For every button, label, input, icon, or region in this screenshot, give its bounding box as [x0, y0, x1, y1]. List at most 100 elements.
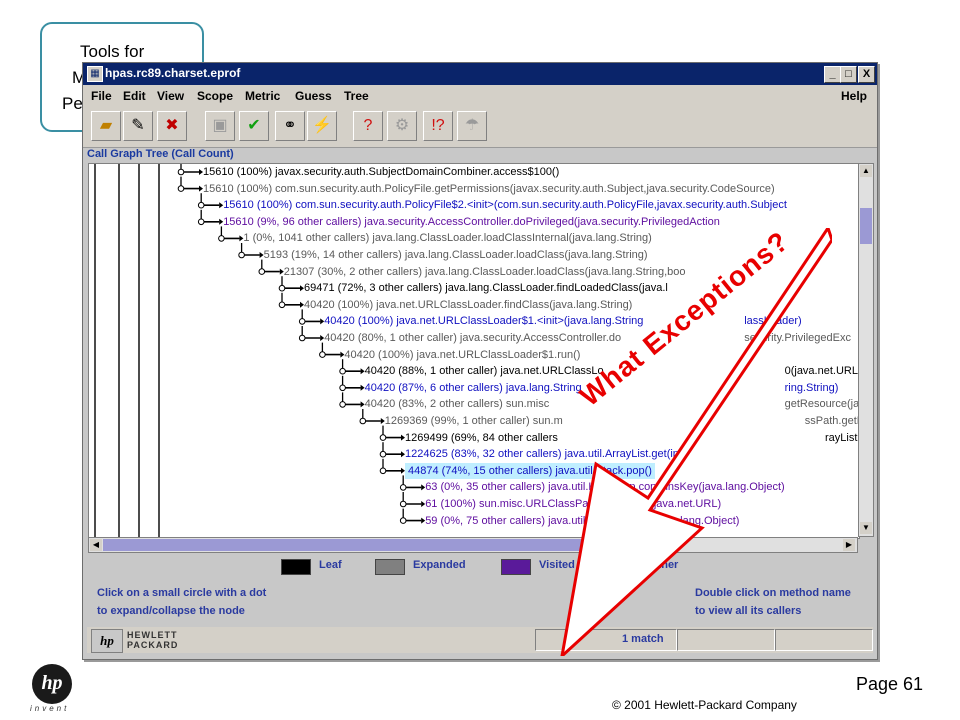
tree-node[interactable]: 1269499 (69%, 84 other callers rayList.si…	[405, 430, 859, 446]
tree-node[interactable]: 15610 (100%) com.sun.security.auth.Polic…	[223, 197, 787, 213]
tree-node-label: 59 (0%, 75 other callers) java.util.Arra…	[425, 514, 740, 527]
tree-node-selected[interactable]: 44874 (74%, 15 other callers) java.util.…	[405, 462, 655, 479]
horizontal-scroll-thumb[interactable]	[103, 539, 653, 551]
menu-metric[interactable]: Metric	[245, 89, 280, 103]
brand-text: HEWLETT PACKARD	[127, 630, 178, 650]
help-left-line-1: Click on a small circle with a dot	[97, 587, 267, 599]
close-file-icon[interactable]: ✖	[157, 111, 187, 141]
tree-node[interactable]: 40420 (83%, 2 other callers) sun.misc get…	[364, 396, 859, 412]
match-count: 1 match	[622, 633, 664, 645]
tree-node-label: 40420 (100%) java.net.URLClassLoader.fin…	[304, 298, 633, 311]
hp-logo-icon: hp	[91, 629, 123, 653]
tree-node-label: 40420 (80%, 1 other caller) java.securit…	[324, 332, 622, 344]
help-left-line-2: to expand/collapse the node	[97, 605, 245, 617]
tree-node[interactable]: 40420 (100%) java.net.URLClassLoader$1.r…	[344, 347, 580, 363]
legend-swatch-other	[611, 559, 641, 575]
menu-view[interactable]: View	[157, 89, 184, 103]
tree-node-label: 63 (0%, 35 other callers) java.util.Hash…	[425, 481, 785, 494]
tree-node-label-tail: security.PrivilegedExc	[744, 332, 851, 344]
tree-node[interactable]: 21307 (30%, 2 other callers) java.lang.C…	[284, 264, 686, 280]
menu-edit[interactable]: Edit	[123, 89, 146, 103]
legend-label-visited: Visited	[539, 559, 575, 571]
toolbar: ▰ ✎ ✖ ▣ ✔ ⚭ ⚡ ? ⚙ !? ☂	[83, 107, 877, 148]
tree-node[interactable]: 1269369 (99%, 1 other caller) sun.m ssPat…	[384, 413, 859, 429]
close-button[interactable]: X	[858, 66, 875, 83]
minimize-button[interactable]: _	[824, 66, 841, 83]
scroll-right-icon[interactable]: ▶	[843, 539, 855, 551]
tree-node-label: 1269369 (99%, 1 other caller) sun.m	[384, 415, 563, 427]
tree-node-label-tail: getResource(java.lang.String,boolea	[784, 398, 860, 411]
tree-guess-icon[interactable]: ?	[353, 111, 383, 141]
maximize-button[interactable]: □	[840, 66, 857, 83]
tree-node-label: 40420 (100%) java.net.URLClassLoader$1.r…	[344, 348, 581, 361]
tree-node[interactable]: 40420 (100%) java.net.URLClassLoader$1.<…	[324, 313, 801, 329]
tree-cycles-icon[interactable]: ⚙	[387, 111, 417, 141]
scroll-up-icon[interactable]: ▲	[860, 165, 872, 177]
call-graph-tree[interactable]: 15610 (100%) javax.security.auth.Subject…	[88, 163, 860, 539]
tree-node[interactable]: 40420 (100%) java.net.URLClassLoader.fin…	[304, 297, 632, 313]
tree-node-label: 21307 (30%, 2 other callers) java.lang.C…	[283, 265, 686, 278]
help-right-line-2: to view all its callers	[695, 605, 802, 617]
tree-node[interactable]: 5193 (19%, 14 other callers) java.lang.C…	[264, 247, 648, 263]
tree-node-label: 1269499 (69%, 84 other callers	[405, 431, 558, 444]
tree-node[interactable]: 15610 (100%) javax.security.auth.Subject…	[203, 164, 559, 180]
tree-node-label: 1 (0%, 1041 other callers) java.lang.Cla…	[243, 232, 652, 245]
status-bar: hp HEWLETT PACKARD 1 match	[87, 627, 873, 653]
tree-node[interactable]: 61 (100%) sun.misc.URLClassPath.getLoade…	[425, 496, 721, 512]
vertical-scroll-thumb[interactable]	[860, 208, 872, 244]
tree-node-label-tail: ring.String)	[784, 381, 839, 394]
menu-file[interactable]: File	[91, 89, 112, 103]
tree-node-label: 40420 (100%) java.net.URLClassLoader$1.<…	[324, 315, 644, 328]
tree-node-label: 5193 (19%, 14 other callers) java.lang.C…	[263, 249, 648, 261]
tree-node[interactable]: 59 (0%, 75 other callers) java.util.Arra…	[425, 513, 739, 529]
tree-node[interactable]: 40420 (88%, 1 other caller) java.net.URL…	[365, 363, 859, 379]
eprof-window: ▦ hpas.rc89.charset.eprof _ □ X File Edi…	[82, 62, 878, 660]
status-cell-3	[775, 629, 873, 651]
menu-help[interactable]: Help	[841, 89, 867, 103]
tree-node[interactable]: 15610 (9%, 96 other callers) java.securi…	[223, 214, 720, 230]
tree-node[interactable]: 15610 (100%) com.sun.security.auth.Polic…	[203, 181, 775, 197]
brand-line-1: HEWLETT	[127, 630, 178, 640]
menu-bar: File Edit View Scope Metric Guess Tree H…	[83, 85, 877, 107]
find-next-icon[interactable]: ⚡	[307, 111, 337, 141]
legend-label-other: Other	[649, 559, 679, 571]
checkmark-icon[interactable]: ✔	[239, 111, 269, 141]
vertical-scrollbar[interactable]: ▲ ▼	[858, 163, 874, 537]
horizontal-scrollbar[interactable]: ◀ ▶	[88, 537, 858, 553]
legend-swatch-leaf	[281, 559, 311, 575]
tree-node[interactable]: 40420 (87%, 6 other callers) java.lang.S…	[364, 380, 839, 396]
open-folder-icon[interactable]: ▰	[91, 111, 121, 141]
hp-tagline: invent	[30, 704, 70, 713]
page-number: Page 61	[856, 674, 924, 694]
save-icon[interactable]: ▣	[205, 111, 235, 141]
callout-line-1: Tools for	[80, 42, 145, 61]
tree-node[interactable]: 40420 (80%, 1 other caller) java.securit…	[324, 330, 851, 346]
tree-node-label: 15610 (100%) javax.security.auth.Subject…	[203, 166, 560, 178]
rain-icon[interactable]: ☂	[457, 111, 487, 141]
window-title: hpas.rc89.charset.eprof	[105, 66, 241, 80]
hp-invent-logo: hp invent	[24, 664, 80, 714]
menu-guess[interactable]: Guess	[295, 89, 332, 103]
tree-node[interactable]: 1 (0%, 1041 other callers) java.lang.Cla…	[243, 230, 651, 246]
help-right-line-1: Double click on method name	[695, 587, 851, 599]
tree-node-label: 40420 (87%, 6 other callers) java.lang.S…	[364, 381, 582, 394]
scroll-left-icon[interactable]: ◀	[90, 539, 102, 551]
exception-guess-icon[interactable]: !?	[423, 111, 453, 141]
menu-scope[interactable]: Scope	[197, 89, 233, 103]
tree-node-label: 61 (100%) sun.misc.URLClassPath.getLoade…	[425, 498, 722, 510]
hp-logo-mark: hp	[32, 664, 72, 704]
scroll-down-icon[interactable]: ▼	[860, 522, 872, 534]
tree-node-label: 15610 (9%, 96 other callers) java.securi…	[223, 215, 720, 228]
legend-label-leaf: Leaf	[319, 559, 342, 571]
script-icon[interactable]: ✎	[123, 111, 153, 141]
panel-title: Call Graph Tree (Call Count)	[87, 148, 234, 160]
tree-node[interactable]: 69471 (72%, 3 other callers) java.lang.C…	[304, 280, 668, 296]
binoculars-icon[interactable]: ⚭	[275, 111, 305, 141]
callout-line-3: Pe	[62, 94, 83, 113]
tree-node-label: 15610 (100%) com.sun.security.auth.Polic…	[223, 199, 787, 212]
tree-node[interactable]: 63 (0%, 35 other callers) java.util.Hash…	[425, 479, 785, 495]
tree-node-label: 40420 (83%, 2 other callers) sun.misc	[364, 398, 550, 411]
menu-tree[interactable]: Tree	[344, 89, 369, 103]
tree-node[interactable]: 1224625 (83%, 32 other callers) java.uti…	[405, 446, 686, 462]
tree-node-label-tail: lassLoader)	[744, 315, 802, 328]
